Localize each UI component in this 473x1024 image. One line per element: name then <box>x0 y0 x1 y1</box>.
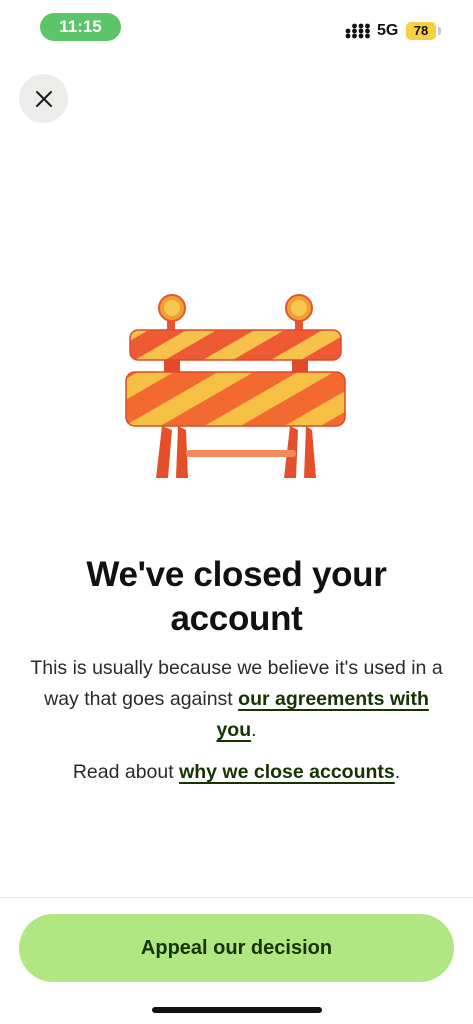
roadblock-barrier-icon <box>125 294 346 478</box>
closure-explanation: This is usually because we believe it's … <box>30 653 443 746</box>
why-we-close-accounts-link[interactable]: why we close accounts <box>179 761 395 783</box>
read-more-period: . <box>394 761 401 783</box>
home-indicator <box>152 1007 322 1013</box>
status-time: 11:15 <box>40 13 121 41</box>
status-bar: 11:15 5G 78 <box>0 0 473 54</box>
battery-icon: 78 <box>406 22 436 40</box>
close-button[interactable] <box>19 74 68 123</box>
network-type: 5G <box>377 22 399 39</box>
agreements-link[interactable]: our agreements with you <box>216 688 428 741</box>
footer-divider <box>0 897 473 898</box>
battery-cap <box>438 27 441 35</box>
explanation-period: . <box>251 719 257 741</box>
read-more-prefix: Read about <box>72 761 180 783</box>
page-title: We've closed your account <box>20 553 453 641</box>
page-title-line-2: account <box>170 599 303 638</box>
read-more-text: Read about why we close accounts. <box>30 757 443 788</box>
page-title-line-1: We've closed your <box>86 555 387 594</box>
close-icon <box>35 90 52 107</box>
signal-icon <box>345 23 370 39</box>
appeal-button[interactable]: Appeal our decision <box>19 914 454 982</box>
